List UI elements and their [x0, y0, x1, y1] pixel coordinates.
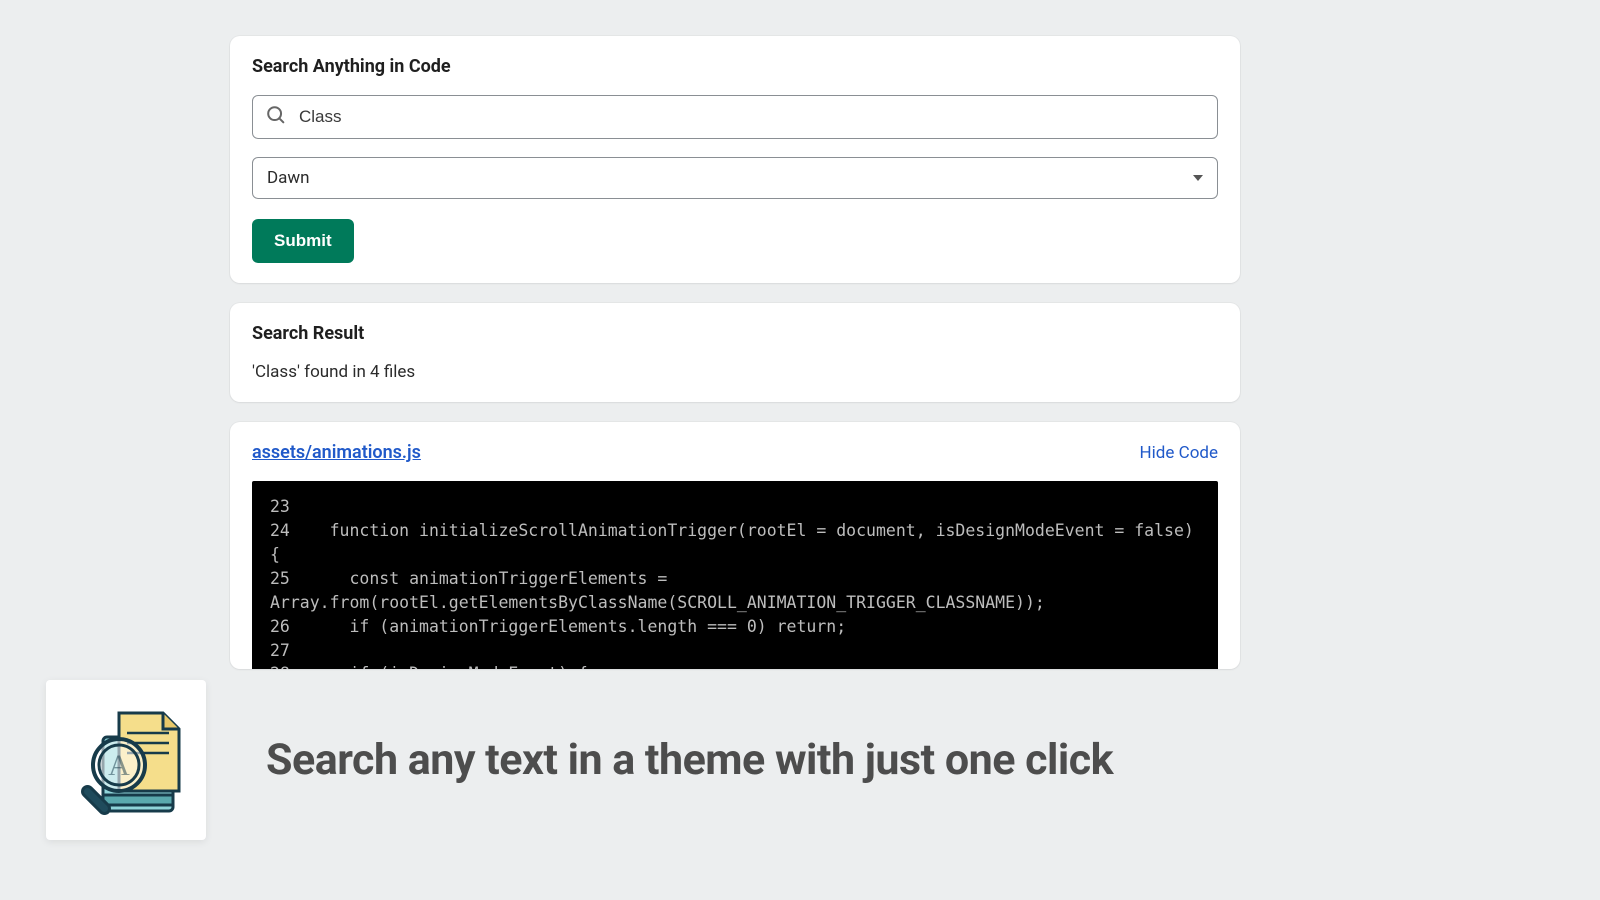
svg-text:A: A	[108, 749, 130, 782]
search-document-icon: A	[61, 695, 191, 825]
chevron-down-icon	[1193, 175, 1203, 181]
submit-button[interactable]: Submit	[252, 219, 354, 263]
code-block: 23 24 function initializeScrollAnimation…	[252, 481, 1218, 669]
footer: A Search any text in a theme with just o…	[46, 680, 1113, 840]
result-panel-title: Search Result	[252, 323, 1218, 344]
theme-select[interactable]: Dawn	[252, 157, 1218, 199]
result-summary: 'Class' found in 4 files	[252, 362, 1218, 382]
file-path-link[interactable]: assets/animations.js	[252, 442, 421, 463]
tagline: Search any text in a theme with just one…	[266, 735, 1113, 785]
theme-select-value: Dawn	[267, 168, 310, 188]
search-panel: Search Anything in Code Dawn Submit	[230, 36, 1240, 283]
file-result-card: assets/animations.js Hide Code 23 24 fun…	[230, 422, 1240, 669]
app-logo: A	[46, 680, 206, 840]
search-icon	[265, 104, 287, 130]
search-input-container[interactable]	[252, 95, 1218, 139]
search-input[interactable]	[299, 107, 1205, 127]
result-panel: Search Result 'Class' found in 4 files	[230, 303, 1240, 402]
hide-code-button[interactable]: Hide Code	[1140, 443, 1218, 463]
search-panel-title: Search Anything in Code	[252, 56, 1218, 77]
